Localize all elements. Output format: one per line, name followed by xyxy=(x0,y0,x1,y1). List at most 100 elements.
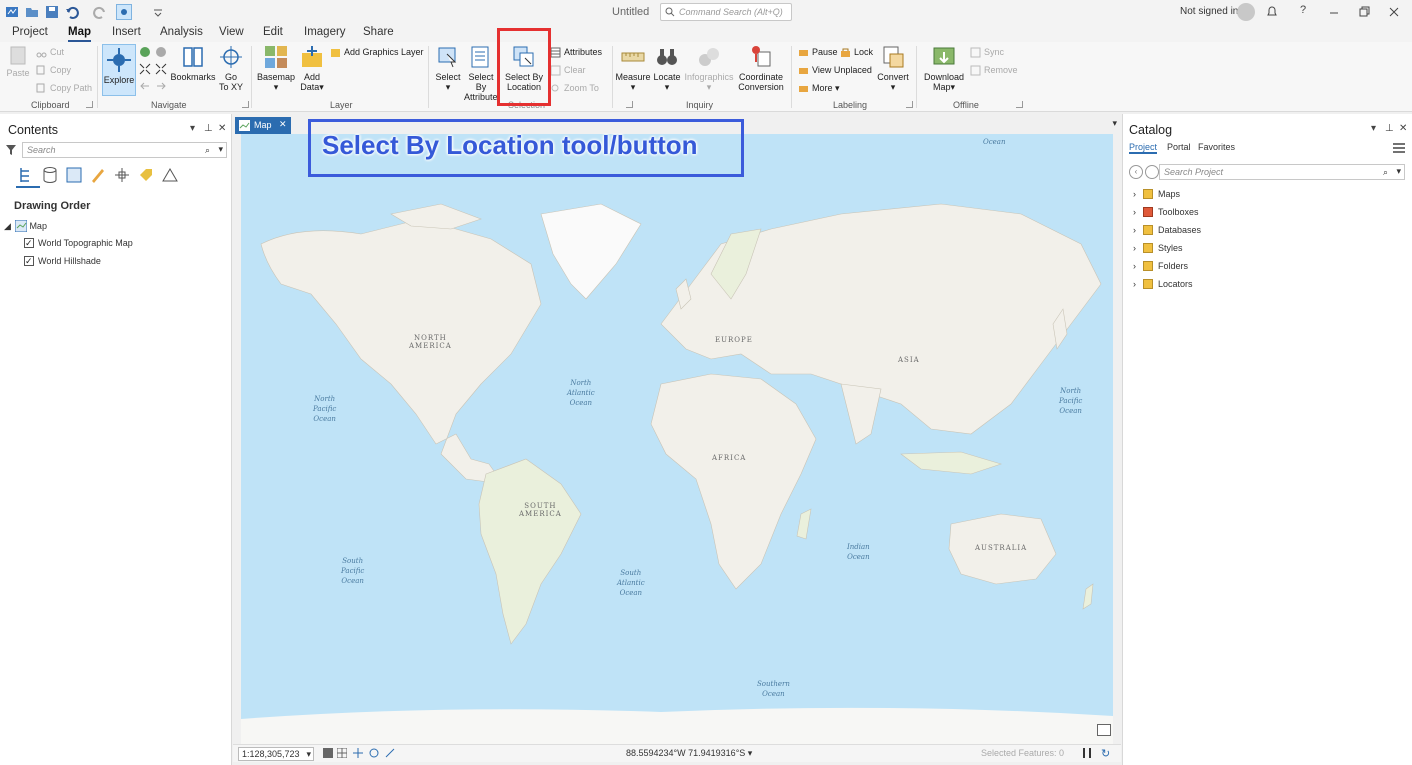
go-to-xy-button[interactable]: Go To XY xyxy=(218,44,244,92)
contents-search-input[interactable]: Search ⌕ ▾ xyxy=(22,142,227,158)
explore-button[interactable]: Explore xyxy=(102,44,136,96)
back-icon[interactable]: ‹ xyxy=(1129,165,1143,179)
labeling-launcher[interactable] xyxy=(906,101,913,108)
search-options-icon[interactable]: ▾ xyxy=(218,144,223,155)
list-by-drawing-order-icon[interactable] xyxy=(18,166,36,184)
tab-view[interactable]: View xyxy=(219,26,244,38)
catalog-tab-project[interactable]: Project xyxy=(1129,142,1158,154)
add-data-button[interactable]: Add Data▾ xyxy=(298,44,326,92)
explore-quick-icon[interactable] xyxy=(116,4,132,20)
layer-visibility-checkbox[interactable] xyxy=(24,236,34,250)
close-pane-icon[interactable]: ✕ xyxy=(1399,123,1407,134)
list-by-snapping-icon[interactable] xyxy=(113,166,131,184)
tab-list-icon[interactable]: ▾ xyxy=(1112,118,1117,129)
menu-icon[interactable] xyxy=(1393,143,1405,153)
bookmarks-button[interactable]: Bookmarks xyxy=(170,44,216,82)
copy-button[interactable]: Copy xyxy=(36,63,71,77)
expand-icon[interactable]: › xyxy=(1133,261,1136,271)
measure-button[interactable]: Measure ▾ xyxy=(615,44,651,92)
scale-selector[interactable]: 1:128,305,723 ▾ xyxy=(238,747,314,761)
redo-icon[interactable] xyxy=(92,4,108,20)
lock-labels-button[interactable]: Lock xyxy=(840,45,873,59)
expand-icon[interactable]: › xyxy=(1133,189,1136,199)
expand-icon[interactable]: ◢ xyxy=(4,221,11,231)
tab-map[interactable]: Map xyxy=(68,26,91,42)
tab-analysis[interactable]: Analysis xyxy=(160,26,203,38)
signin-status[interactable]: Not signed in xyxy=(1180,6,1238,17)
pin-icon[interactable]: ⊥ xyxy=(204,123,213,134)
list-by-editing-icon[interactable] xyxy=(89,166,107,184)
expand-icon[interactable]: › xyxy=(1133,225,1136,235)
catalog-tab-portal[interactable]: Portal xyxy=(1167,142,1191,152)
full-extent-icon[interactable] xyxy=(139,46,151,58)
help-icon[interactable]: ? xyxy=(1294,4,1312,20)
expand-icon[interactable]: › xyxy=(1133,243,1136,253)
list-by-perspective-icon[interactable] xyxy=(161,166,179,184)
copy-path-button[interactable]: Copy Path xyxy=(36,81,92,95)
add-graphics-layer-button[interactable]: Add Graphics Layer xyxy=(330,45,424,59)
expand-icon[interactable]: › xyxy=(1133,279,1136,289)
chevron-down-icon[interactable]: ▾ xyxy=(745,748,753,758)
close-tab-icon[interactable]: ✕ xyxy=(279,119,287,130)
list-by-labeling-icon[interactable] xyxy=(137,166,155,184)
tab-imagery[interactable]: Imagery xyxy=(304,26,346,38)
pan-icon[interactable] xyxy=(353,748,363,758)
download-map-button[interactable]: Download Map▾ xyxy=(922,44,966,92)
attributes-button[interactable]: Attributes xyxy=(550,45,602,59)
pane-options-icon[interactable]: ▾ xyxy=(190,123,195,134)
navigate-launcher[interactable] xyxy=(242,101,249,108)
command-search-input[interactable]: Command Search (Alt+Q) xyxy=(660,3,792,21)
pause-drawing-icon[interactable] xyxy=(1083,748,1091,758)
snapping-icon[interactable] xyxy=(385,748,395,758)
pin-icon[interactable]: ⊥ xyxy=(1385,123,1394,134)
tab-insert[interactable]: Insert xyxy=(112,26,141,38)
refresh-icon[interactable]: ↻ xyxy=(1101,747,1110,760)
search-options-icon[interactable]: ▾ xyxy=(1396,166,1401,177)
clear-selection-button[interactable]: Clear xyxy=(550,63,586,77)
clipboard-launcher[interactable] xyxy=(86,101,93,108)
map-node[interactable]: ◢ Map xyxy=(4,219,47,233)
close-pane-icon[interactable]: ✕ xyxy=(218,123,226,134)
layer-row-hillshade[interactable]: World Hillshade xyxy=(24,254,101,268)
list-by-selection-icon[interactable] xyxy=(65,166,83,184)
filter-icon[interactable] xyxy=(6,144,16,156)
restore-icon[interactable] xyxy=(1356,4,1374,20)
cut-button[interactable]: Cut xyxy=(36,45,64,59)
zoom-out-icon[interactable] xyxy=(155,63,167,75)
catalog-tab-favorites[interactable]: Favorites xyxy=(1198,142,1235,152)
layer-row-topographic[interactable]: World Topographic Map xyxy=(24,236,133,250)
infographics-button[interactable]: Infographics ▾ xyxy=(684,44,734,92)
view-unplaced-button[interactable]: View Unplaced xyxy=(798,63,872,77)
zoom-in-icon[interactable] xyxy=(139,63,151,75)
zoom-to-selection-button[interactable]: Zoom To xyxy=(550,81,599,95)
fixed-zoom-icon[interactable] xyxy=(155,46,167,58)
tab-edit[interactable]: Edit xyxy=(263,26,283,38)
coordinate-conversion-button[interactable]: Coordinate Conversion xyxy=(737,44,785,92)
catalog-item-toolboxes[interactable]: › Toolboxes xyxy=(1133,205,1199,219)
avatar[interactable] xyxy=(1237,3,1255,21)
remove-button[interactable]: Remove xyxy=(970,63,1018,77)
next-extent-icon[interactable] xyxy=(155,80,167,92)
catalog-item-styles[interactable]: › Styles xyxy=(1133,241,1183,255)
pane-options-icon[interactable]: ▾ xyxy=(1371,123,1376,134)
minimize-icon[interactable] xyxy=(1326,4,1344,20)
sync-button[interactable]: Sync xyxy=(970,45,1004,59)
undo-icon[interactable] xyxy=(64,4,80,20)
catalog-item-maps[interactable]: › Maps xyxy=(1133,187,1180,201)
list-by-source-icon[interactable] xyxy=(41,166,59,184)
selection-launcher[interactable] xyxy=(626,101,633,108)
forward-icon[interactable] xyxy=(1145,165,1159,179)
map-view-tab[interactable]: Map ✕ xyxy=(235,117,291,134)
pause-labels-button[interactable]: Pause xyxy=(798,45,838,59)
basemap-button[interactable]: Basemap ▾ xyxy=(256,44,296,92)
map-canvas[interactable]: Ocean NORTH AMERICA SOUTH AMERICA EUROPE… xyxy=(241,134,1113,744)
catalog-item-databases[interactable]: › Databases xyxy=(1133,223,1201,237)
grid-icon[interactable] xyxy=(323,748,333,758)
customize-icon[interactable] xyxy=(150,4,166,20)
table-view-icon[interactable] xyxy=(337,748,347,758)
convert-labels-button[interactable]: Convert ▾ xyxy=(876,44,910,92)
catalog-search-input[interactable]: Search Project ⌕ ▾ xyxy=(1159,164,1405,180)
tab-share[interactable]: Share xyxy=(363,26,394,38)
catalog-item-locators[interactable]: › Locators xyxy=(1133,277,1193,291)
expand-icon[interactable]: › xyxy=(1133,207,1136,217)
